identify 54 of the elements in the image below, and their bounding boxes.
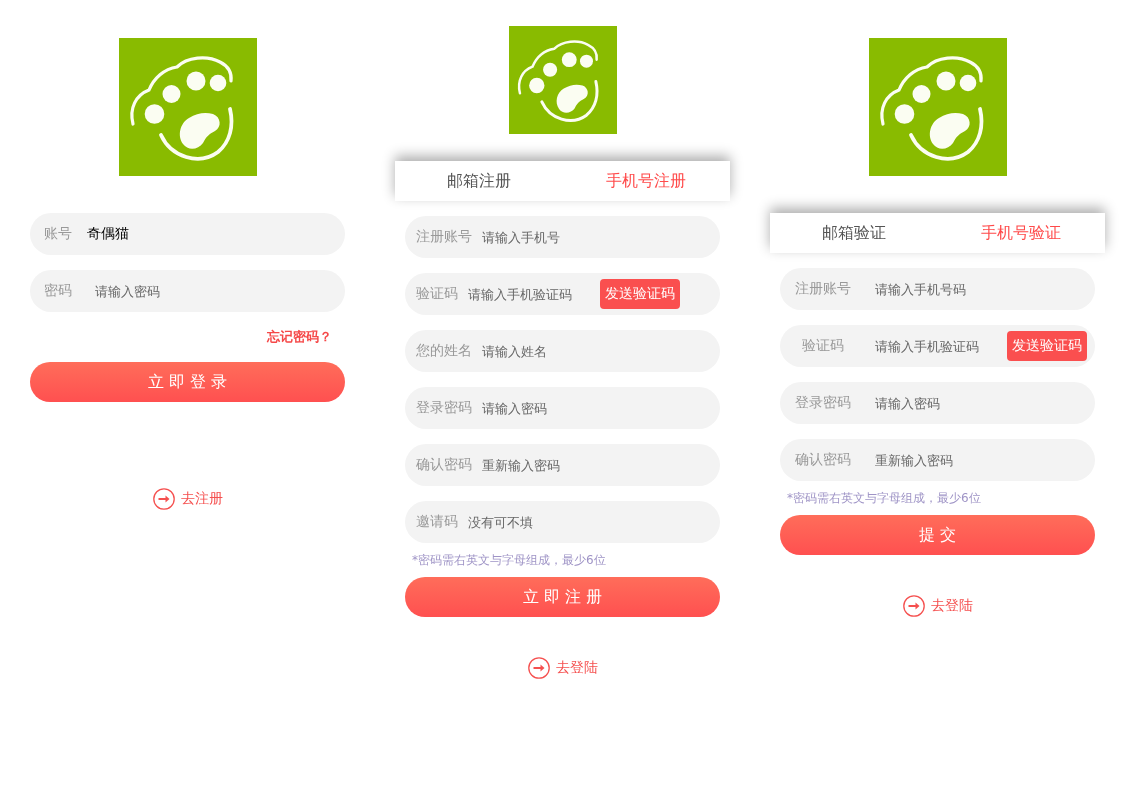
form-field[interactable]: 密码 请输入密码	[30, 270, 345, 312]
password-hint: *密码需右英文与字母组成，最少6位	[412, 551, 606, 569]
input-field[interactable]: 请输入密码	[875, 388, 1095, 418]
login-link[interactable]: 去登陆	[902, 595, 973, 617]
form-field[interactable]: 邀请码 没有可不填	[405, 501, 720, 543]
input-field[interactable]: 请输入手机号码	[875, 274, 1095, 304]
submit-button[interactable]: 提交	[780, 515, 1095, 555]
field-label: 验证码	[801, 337, 845, 355]
field-label: 密码	[44, 282, 72, 300]
input-field[interactable]: 请输入手机号	[482, 222, 720, 252]
form-field[interactable]: 验证码 请输入手机验证码 发送验证码	[405, 273, 720, 315]
field-label: 注册账号	[794, 280, 852, 298]
tab[interactable]: 手机号注册	[562, 161, 730, 201]
login-link[interactable]: 去登陆	[527, 657, 598, 679]
field-label: 登录密码	[794, 394, 852, 412]
register-link[interactable]: 去注册	[152, 488, 223, 510]
send-code-button[interactable]: 发送验证码	[1007, 331, 1087, 361]
form-field[interactable]: 确认密码 重新输入密码	[405, 444, 720, 486]
input-field[interactable]: 没有可不填	[468, 507, 720, 537]
input-field[interactable]: 奇偶猫	[87, 219, 345, 249]
form-field[interactable]: 验证码 请输入手机验证码 发送验证码	[780, 325, 1095, 367]
register-button[interactable]: 立即注册	[405, 577, 720, 617]
arrow-circle-icon	[527, 657, 550, 679]
form-field[interactable]: 账号 奇偶猫	[30, 213, 345, 255]
password-hint: *密码需右英文与字母组成，最少6位	[787, 489, 981, 507]
tab[interactable]: 邮箱验证	[770, 213, 938, 253]
input-field[interactable]: 请输入手机验证码	[468, 279, 600, 309]
field-label: 邀请码	[416, 513, 458, 531]
input-field[interactable]: 重新输入密码	[875, 445, 1095, 475]
form-field[interactable]: 登录密码 请输入密码	[405, 387, 720, 429]
input-field[interactable]: 重新输入密码	[482, 450, 720, 480]
tab[interactable]: 邮箱注册	[395, 161, 563, 201]
field-label: 验证码	[416, 285, 458, 303]
arrow-circle-icon	[152, 488, 175, 510]
tab[interactable]: 手机号验证	[937, 213, 1105, 253]
field-label: 注册账号	[416, 228, 472, 246]
input-field[interactable]: 请输入手机验证码	[875, 331, 1007, 361]
field-label: 确认密码	[416, 456, 472, 474]
arrow-circle-icon	[902, 595, 925, 617]
input-field[interactable]: 请输入密码	[482, 393, 720, 423]
input-field[interactable]: 请输入密码	[95, 276, 345, 306]
login-button[interactable]: 立即登录	[30, 362, 345, 402]
field-label: 账号	[44, 225, 72, 243]
form-field[interactable]: 注册账号 请输入手机号码	[780, 268, 1095, 310]
field-label: 您的姓名	[416, 342, 472, 360]
form-field[interactable]: 登录密码 请输入密码	[780, 382, 1095, 424]
form-field[interactable]: 注册账号 请输入手机号	[405, 216, 720, 258]
input-field[interactable]: 请输入姓名	[482, 336, 720, 366]
form-field[interactable]: 确认密码 重新输入密码	[780, 439, 1095, 481]
forgot-password-link[interactable]: 忘记密码？	[267, 328, 332, 346]
send-code-button[interactable]: 发送验证码	[600, 279, 680, 309]
field-label: 确认密码	[794, 451, 852, 469]
form-field[interactable]: 您的姓名 请输入姓名	[405, 330, 720, 372]
field-label: 登录密码	[416, 399, 472, 417]
